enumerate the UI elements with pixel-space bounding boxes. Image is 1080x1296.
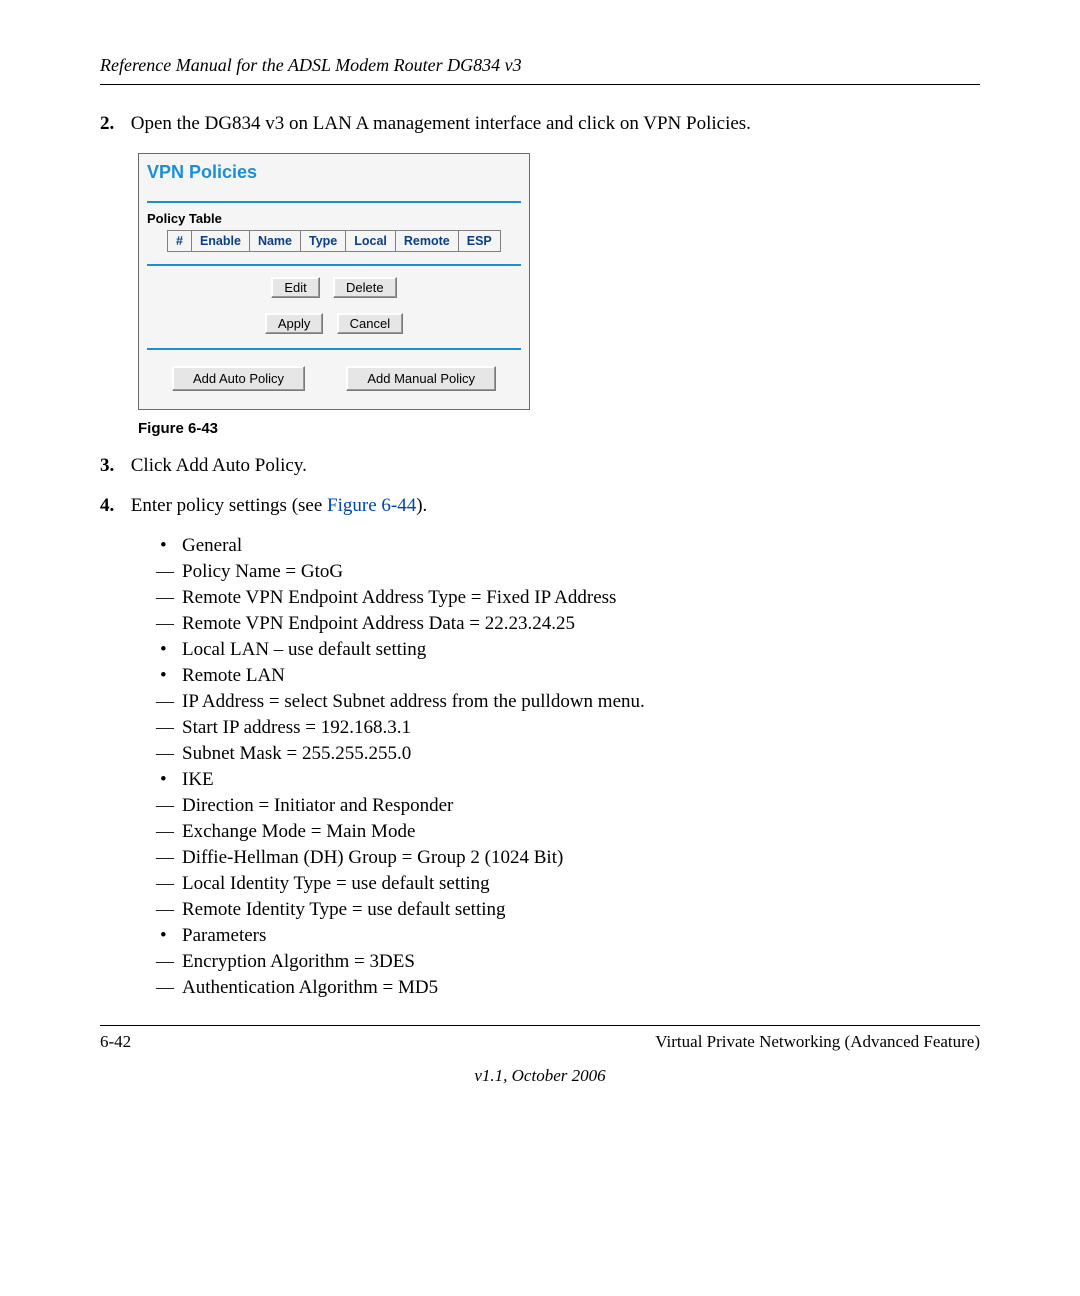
col-name: Name: [249, 231, 300, 252]
list-item: Remote VPN Endpoint Address Type = Fixed…: [160, 587, 980, 609]
cancel-button[interactable]: Cancel: [337, 313, 403, 334]
col-type: Type: [301, 231, 346, 252]
page-footer: 6-42 Virtual Private Networking (Advance…: [100, 1025, 980, 1052]
step-3: 3. Click Add Auto Policy.: [100, 455, 980, 477]
figure-6-43-screenshot: VPN Policies Policy Table # Enable Name …: [138, 153, 980, 410]
list-item: Start IP address = 192.168.3.1: [160, 717, 980, 739]
running-header: Reference Manual for the ADSL Modem Rout…: [100, 55, 980, 85]
panel-title: VPN Policies: [147, 160, 521, 201]
list-item: Local LAN – use default setting: [160, 639, 980, 661]
step-4-number: 4.: [100, 495, 126, 517]
settings-list: General Policy Name = GtoG Remote VPN En…: [160, 535, 980, 999]
list-item: Local Identity Type = use default settin…: [160, 873, 980, 895]
edit-button[interactable]: Edit: [271, 277, 319, 298]
divider: [147, 348, 521, 350]
step-4-text-a: Enter policy settings (see: [131, 495, 327, 516]
divider: [147, 201, 521, 203]
vpn-policies-panel: VPN Policies Policy Table # Enable Name …: [138, 153, 530, 410]
list-item: Remote VPN Endpoint Address Data = 22.23…: [160, 613, 980, 635]
step-3-number: 3.: [100, 455, 126, 477]
version-line: v1.1, October 2006: [100, 1066, 980, 1086]
add-auto-policy-button[interactable]: Add Auto Policy: [172, 366, 305, 391]
list-item: General: [160, 535, 980, 557]
list-item: Exchange Mode = Main Mode: [160, 821, 980, 843]
policy-table-header-row: # Enable Name Type Local Remote ESP: [168, 231, 501, 252]
list-item: Remote Identity Type = use default setti…: [160, 899, 980, 921]
list-item: IKE: [160, 769, 980, 791]
figure-6-44-link[interactable]: Figure 6-44: [327, 495, 416, 516]
col-esp: ESP: [458, 231, 500, 252]
page-number: 6-42: [100, 1032, 131, 1052]
col-remote: Remote: [395, 231, 458, 252]
list-item: Diffie-Hellman (DH) Group = Group 2 (102…: [160, 847, 980, 869]
apply-button[interactable]: Apply: [265, 313, 324, 334]
policy-table-label: Policy Table: [147, 211, 521, 226]
delete-button[interactable]: Delete: [333, 277, 397, 298]
step-2-text: Open the DG834 v3 on LAN A management in…: [131, 113, 751, 134]
step-2: 2. Open the DG834 v3 on LAN A management…: [100, 113, 980, 135]
step-4-text-b: ).: [416, 495, 427, 516]
add-manual-policy-button[interactable]: Add Manual Policy: [346, 366, 496, 391]
list-item: Remote LAN: [160, 665, 980, 687]
list-item: Authentication Algorithm = MD5: [160, 977, 980, 999]
figure-caption: Figure 6-43: [138, 420, 980, 437]
list-item: Encryption Algorithm = 3DES: [160, 951, 980, 973]
policy-table: # Enable Name Type Local Remote ESP: [167, 230, 501, 252]
list-item: IP Address = select Subnet address from …: [160, 691, 980, 713]
list-item: Policy Name = GtoG: [160, 561, 980, 583]
col-local: Local: [346, 231, 396, 252]
col-hash: #: [168, 231, 192, 252]
section-title: Virtual Private Networking (Advanced Fea…: [655, 1032, 980, 1052]
divider: [147, 264, 521, 266]
step-3-text: Click Add Auto Policy.: [131, 455, 307, 476]
list-item: Subnet Mask = 255.255.255.0: [160, 743, 980, 765]
step-4: 4. Enter policy settings (see Figure 6-4…: [100, 495, 980, 517]
step-2-number: 2.: [100, 113, 126, 135]
col-enable: Enable: [191, 231, 249, 252]
list-item: Direction = Initiator and Responder: [160, 795, 980, 817]
list-item: Parameters: [160, 925, 980, 947]
